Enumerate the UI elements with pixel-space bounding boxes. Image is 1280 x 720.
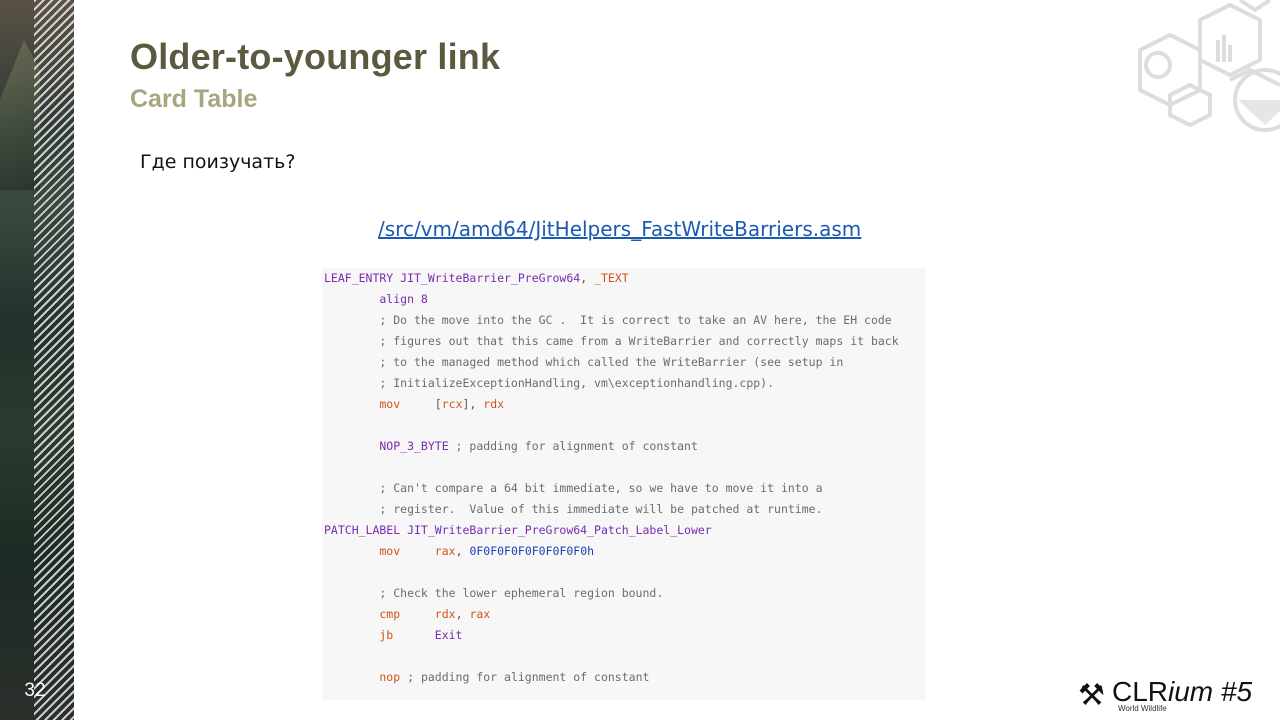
decorative-side-strip [0,0,74,720]
code-token: , [580,271,595,285]
code-token: rax [469,607,491,621]
code-line: mov [rcx], rdx [324,394,504,415]
code-token: mov [324,544,401,558]
code-token: rax [434,544,456,558]
code-line: ; Check the lower ephemeral region bound… [324,586,664,600]
code-line: mov rax, 0F0F0F0F0F0F0F0F0h [324,541,594,562]
decorative-cubes-graphic [1138,0,1280,132]
code-line: jb Exit [324,625,463,646]
question-text: Где поизучать? [140,151,296,173]
brand-name-italic: ium #5 [1168,676,1253,707]
code-token: , [455,607,470,621]
brand-tagline: World Wildlife [1118,704,1167,713]
code-line: ; Can't compare a 64 bit immediate, so w… [324,481,823,495]
code-token: _TEXT [594,271,629,285]
code-token: nop [324,670,401,684]
brand-name-main: CLR [1112,676,1169,707]
code-line: ; register. Value of this immediate will… [324,502,823,516]
code-token: cmp [324,607,401,621]
code-token: jb [324,628,394,642]
code-token: rdx [483,397,505,411]
hatch-pattern [34,0,74,720]
code-token: 0F0F0F0F0F0F0F0F0h [469,544,595,558]
code-token: , [455,544,470,558]
code-line: nop ; padding for alignment of constant [324,667,649,688]
code-line: ; InitializeExceptionHandling, vm\except… [324,376,775,390]
code-line: ; to the managed method which called the… [324,355,844,369]
code-token: ], [462,397,484,411]
code-token: align 8 [324,292,428,306]
code-line: PATCH_LABEL JIT_WriteBarrier_PreGrow64_P… [324,523,712,537]
code-token: ; padding for alignment of constant [400,670,650,684]
code-token: mov [324,397,401,411]
code-line: ; Do the move into the GC . It is correc… [324,313,892,327]
clrium-logo: ⚒ CLRium #5 World Wildlife [1078,676,1278,716]
code-line: ; figures out that this came from a Writ… [324,334,899,348]
code-line: NOP_3_BYTE ; padding for alignment of co… [324,436,698,457]
code-line: cmp rdx, rax [324,604,490,625]
slide-number: 32 [24,680,46,701]
code-token: rdx [434,607,456,621]
code-token: rcx [441,397,463,411]
slide-title: Older-to-younger link [130,36,501,77]
crossed-tools-icon: ⚒ [1078,678,1105,713]
code-snippet: LEAF_ENTRY JIT_WriteBarrier_PreGrow64, _… [322,268,926,700]
code-token: LEAF_ENTRY JIT_WriteBarrier_PreGrow64 [324,271,581,285]
code-line: align 8 [324,289,428,310]
source-file-link[interactable]: /src/vm/amd64/JitHelpers_FastWriteBarrie… [378,217,861,241]
slide-subtitle: Card Table [130,85,258,113]
code-token: Exit [393,628,463,642]
code-token: ; padding for alignment of constant [448,439,698,453]
code-token: NOP_3_BYTE [324,439,449,453]
code-token: [ [400,397,442,411]
code-line: LEAF_ENTRY JIT_WriteBarrier_PreGrow64, _… [324,268,629,289]
